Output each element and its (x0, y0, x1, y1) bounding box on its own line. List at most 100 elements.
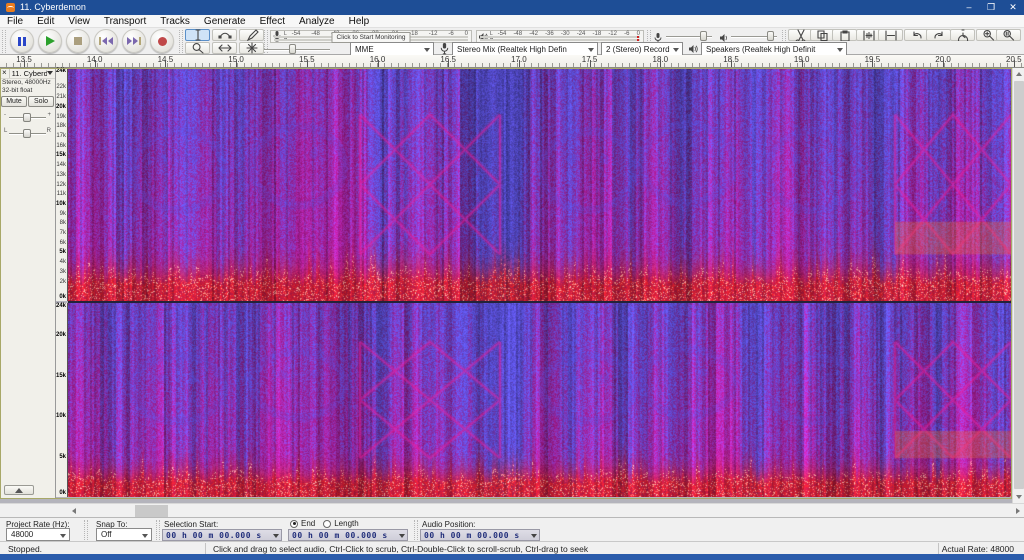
gain-slider[interactable]: - + (4, 110, 51, 124)
track-menu-icon[interactable] (47, 71, 53, 75)
skip-to-end-button[interactable] (122, 29, 146, 53)
pan-slider[interactable]: L R (4, 126, 51, 140)
snap-to-select[interactable]: Off (96, 528, 152, 541)
arrow-up-icon (1016, 72, 1022, 76)
frequency-ruler-left[interactable]: 24k22k21k20k19k18k17k16k15k14k13k12k11k1… (56, 68, 68, 301)
track-close-button[interactable]: × (0, 68, 10, 78)
envelope-tool-icon (218, 29, 232, 41)
playback-speed-slider[interactable] (256, 47, 330, 52)
frequency-label: 10k (56, 413, 66, 419)
recording-device-select[interactable]: Stereo Mix (Realtek High Defin (452, 42, 598, 56)
timeline-major-tick (1014, 60, 1015, 67)
horizontal-scrollbar[interactable] (68, 504, 1024, 518)
track-area: × 11. Cyberd Stereo, 48000Hz 32-bit floa… (0, 68, 1012, 503)
frequency-label: 24k (56, 68, 66, 74)
timeline-major-tick (307, 60, 308, 67)
close-button[interactable]: ✕ (1002, 0, 1024, 15)
frequency-label: 21k (56, 94, 66, 100)
track-collapse-button[interactable] (4, 485, 34, 495)
playback-volume-slider[interactable] (731, 34, 777, 39)
vertical-scroll-thumb[interactable] (1014, 81, 1024, 489)
menu-view[interactable]: View (61, 15, 97, 28)
sync-lock-icon (956, 29, 970, 41)
chevron-down-icon (424, 48, 430, 52)
timeline-major-tick (802, 60, 803, 67)
frequency-label: 5k (59, 249, 66, 255)
frequency-label: 3k (60, 269, 66, 275)
stop-button[interactable] (66, 29, 90, 53)
status-divider (205, 543, 206, 554)
playback-device-icon (687, 43, 699, 55)
selection-tool-button[interactable] (185, 29, 210, 41)
redo-button[interactable] (926, 29, 951, 41)
menu-tracks[interactable]: Tracks (153, 15, 197, 28)
window-bottom-border (0, 554, 1024, 560)
frequency-label: 12k (56, 182, 66, 188)
scroll-left-button[interactable] (68, 505, 80, 517)
toolbar-grip[interactable] (2, 30, 6, 53)
spectrogram-left-channel[interactable] (68, 68, 1012, 301)
selbar-grip[interactable] (156, 520, 160, 540)
selection-start-field[interactable]: 00 h 00 m 00.000 s (162, 529, 282, 541)
paste-icon (838, 29, 852, 41)
silence-audio-button[interactable] (878, 29, 903, 41)
audio-position-field[interactable]: 00 h 00 m 00.000 s (420, 529, 540, 541)
end-radio[interactable]: End (290, 519, 315, 528)
horizontal-scroll-thumb[interactable] (135, 505, 168, 517)
menu-effect[interactable]: Effect (253, 15, 292, 28)
menu-analyze[interactable]: Analyze (292, 15, 342, 28)
project-rate-select[interactable]: 48000 (6, 528, 70, 541)
draw-tool-button[interactable] (239, 29, 264, 41)
scroll-up-button[interactable] (1013, 68, 1024, 80)
pause-button[interactable] (10, 29, 34, 53)
scroll-right-button[interactable] (1012, 505, 1024, 517)
audio-host-select[interactable]: MME (350, 42, 434, 56)
sync-lock-button[interactable] (950, 29, 975, 41)
audio-position-label: Audio Position: (422, 520, 475, 529)
stop-icon (74, 37, 82, 45)
paste-button[interactable] (832, 29, 857, 41)
track-name[interactable]: 11. Cyberd (10, 69, 47, 78)
menu-transport[interactable]: Transport (97, 15, 153, 28)
multi-tool-button[interactable] (239, 42, 264, 54)
recording-volume-slider[interactable] (666, 34, 712, 39)
cut-icon (794, 29, 808, 41)
menu-help[interactable]: Help (342, 15, 377, 28)
chevron-down-icon (588, 48, 594, 52)
scroll-down-button[interactable] (1013, 491, 1024, 503)
frequency-label: 8k (60, 220, 66, 226)
solo-button[interactable]: Solo (28, 96, 54, 107)
frequency-label: 18k (56, 123, 66, 129)
mute-button[interactable]: Mute (1, 96, 27, 107)
time-shift-tool-button[interactable] (212, 42, 237, 54)
track-control-panel[interactable]: × 11. Cyberd Stereo, 48000Hz 32-bit floa… (0, 68, 56, 498)
minimize-button[interactable]: – (958, 0, 980, 15)
frequency-label: 4k (60, 259, 66, 265)
selbar-grip[interactable] (84, 520, 88, 540)
recording-channels-select[interactable]: 2 (Stereo) Record (601, 42, 683, 56)
zoom-selection-button[interactable] (996, 29, 1021, 41)
timeline-major-tick (943, 60, 944, 67)
envelope-tool-button[interactable] (212, 29, 237, 41)
playback-device-select[interactable]: Speakers (Realtek High Definit (701, 42, 847, 56)
chevron-down-icon (837, 48, 843, 52)
vertical-scrollbar[interactable] (1012, 68, 1024, 503)
play-button[interactable] (38, 29, 62, 53)
zoom-tool-button[interactable] (185, 42, 210, 54)
selection-end-field[interactable]: 00 h 00 m 00.000 s (288, 529, 408, 541)
record-button[interactable] (150, 29, 174, 53)
length-radio[interactable]: Length (323, 519, 358, 528)
menu-edit[interactable]: Edit (30, 15, 61, 28)
pan-right-label: R (47, 128, 51, 134)
timeline-ruler[interactable]: 13.514.014.515.015.516.016.517.017.518.0… (0, 55, 1024, 68)
maximize-button[interactable]: ❐ (980, 0, 1002, 15)
skip-to-start-button[interactable] (94, 29, 118, 53)
frequency-label: 15k (56, 373, 66, 379)
spectrogram-right-channel[interactable] (68, 303, 1012, 497)
menu-file[interactable]: File (0, 15, 30, 28)
frequency-label: 16k (56, 143, 66, 149)
frequency-ruler-right[interactable]: 24k20k15k10k5k0k (56, 303, 68, 497)
selbar-grip[interactable] (414, 520, 418, 540)
tools-grip[interactable] (179, 30, 183, 53)
menu-generate[interactable]: Generate (197, 15, 253, 28)
